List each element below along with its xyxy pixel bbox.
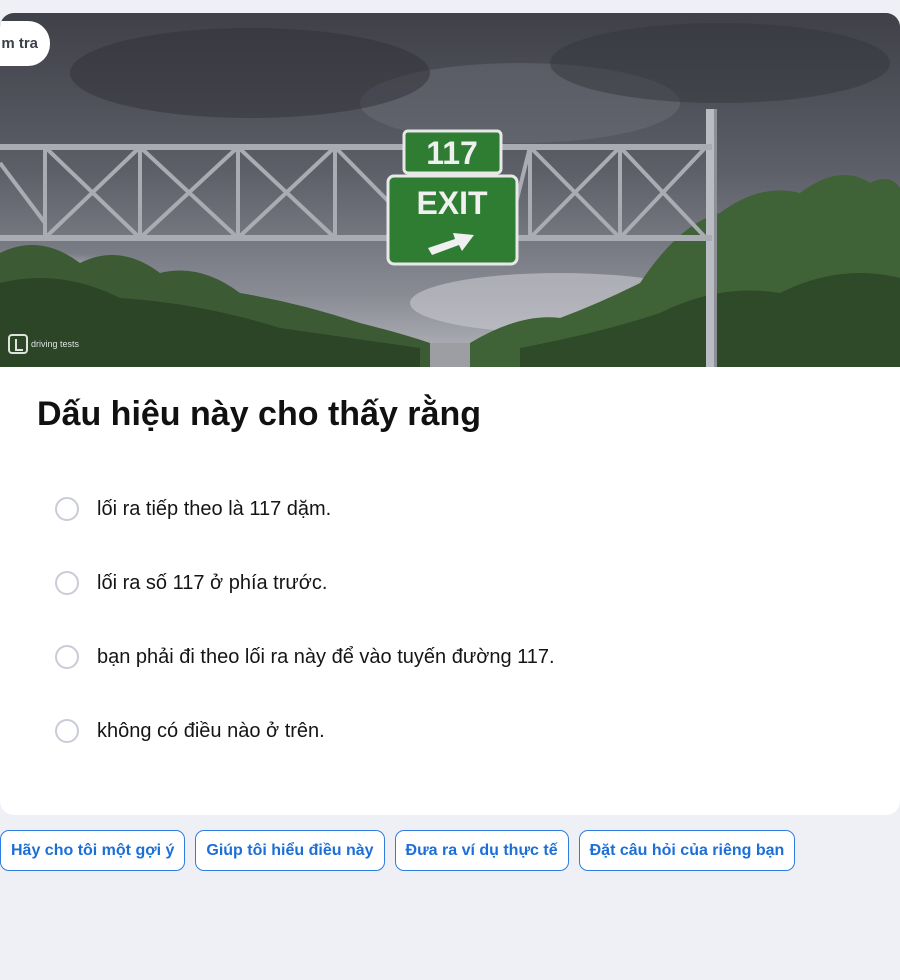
logo-text: driving tests (31, 338, 80, 349)
radio-icon[interactable] (55, 645, 79, 669)
answer-option[interactable]: lối ra tiếp theo là 117 dặm. (55, 494, 555, 524)
driving-tests-logo: driving tests (8, 334, 79, 354)
highway-exit-sign-photo: 117 EXIT (0, 13, 900, 367)
answer-option[interactable]: không có điều nào ở trên. (55, 716, 555, 746)
answer-option[interactable]: lối ra số 117 ở phía trước. (55, 568, 555, 598)
answer-option-label: bạn phải đi theo lối ra này để vào tuyến… (97, 645, 555, 668)
help-actions: Hãy cho tôi một gợi ý Giúp tôi hiểu điều… (0, 830, 796, 871)
answer-options: lối ra tiếp theo là 117 dặm. lối ra số 1… (55, 494, 555, 790)
answer-option-label: lối ra tiếp theo là 117 dặm. (97, 497, 332, 520)
question-title: Dấu hiệu này cho thấy rằng (37, 395, 481, 433)
ask-own-question-button[interactable]: Đặt câu hỏi của riêng bạn (578, 830, 796, 871)
question-image: 117 EXIT m tra driving tests (0, 13, 900, 367)
radio-icon[interactable] (55, 571, 79, 595)
answer-option[interactable]: bạn phải đi theo lối ra này để vào tuyến… (55, 642, 555, 672)
explain-button[interactable]: Giúp tôi hiểu điều này (195, 830, 385, 871)
answer-option-label: không có điều nào ở trên. (97, 719, 325, 742)
hint-button[interactable]: Hãy cho tôi một gợi ý (0, 830, 186, 871)
logo-icon (8, 334, 28, 354)
radio-icon[interactable] (55, 719, 79, 743)
real-example-button[interactable]: Đưa ra ví dụ thực tế (394, 830, 569, 871)
quiz-tag: m tra (0, 21, 50, 66)
sign-number: 117 (426, 135, 478, 171)
sign-word: EXIT (416, 185, 488, 221)
answer-option-label: lối ra số 117 ở phía trước. (97, 571, 328, 594)
radio-icon[interactable] (55, 497, 79, 521)
